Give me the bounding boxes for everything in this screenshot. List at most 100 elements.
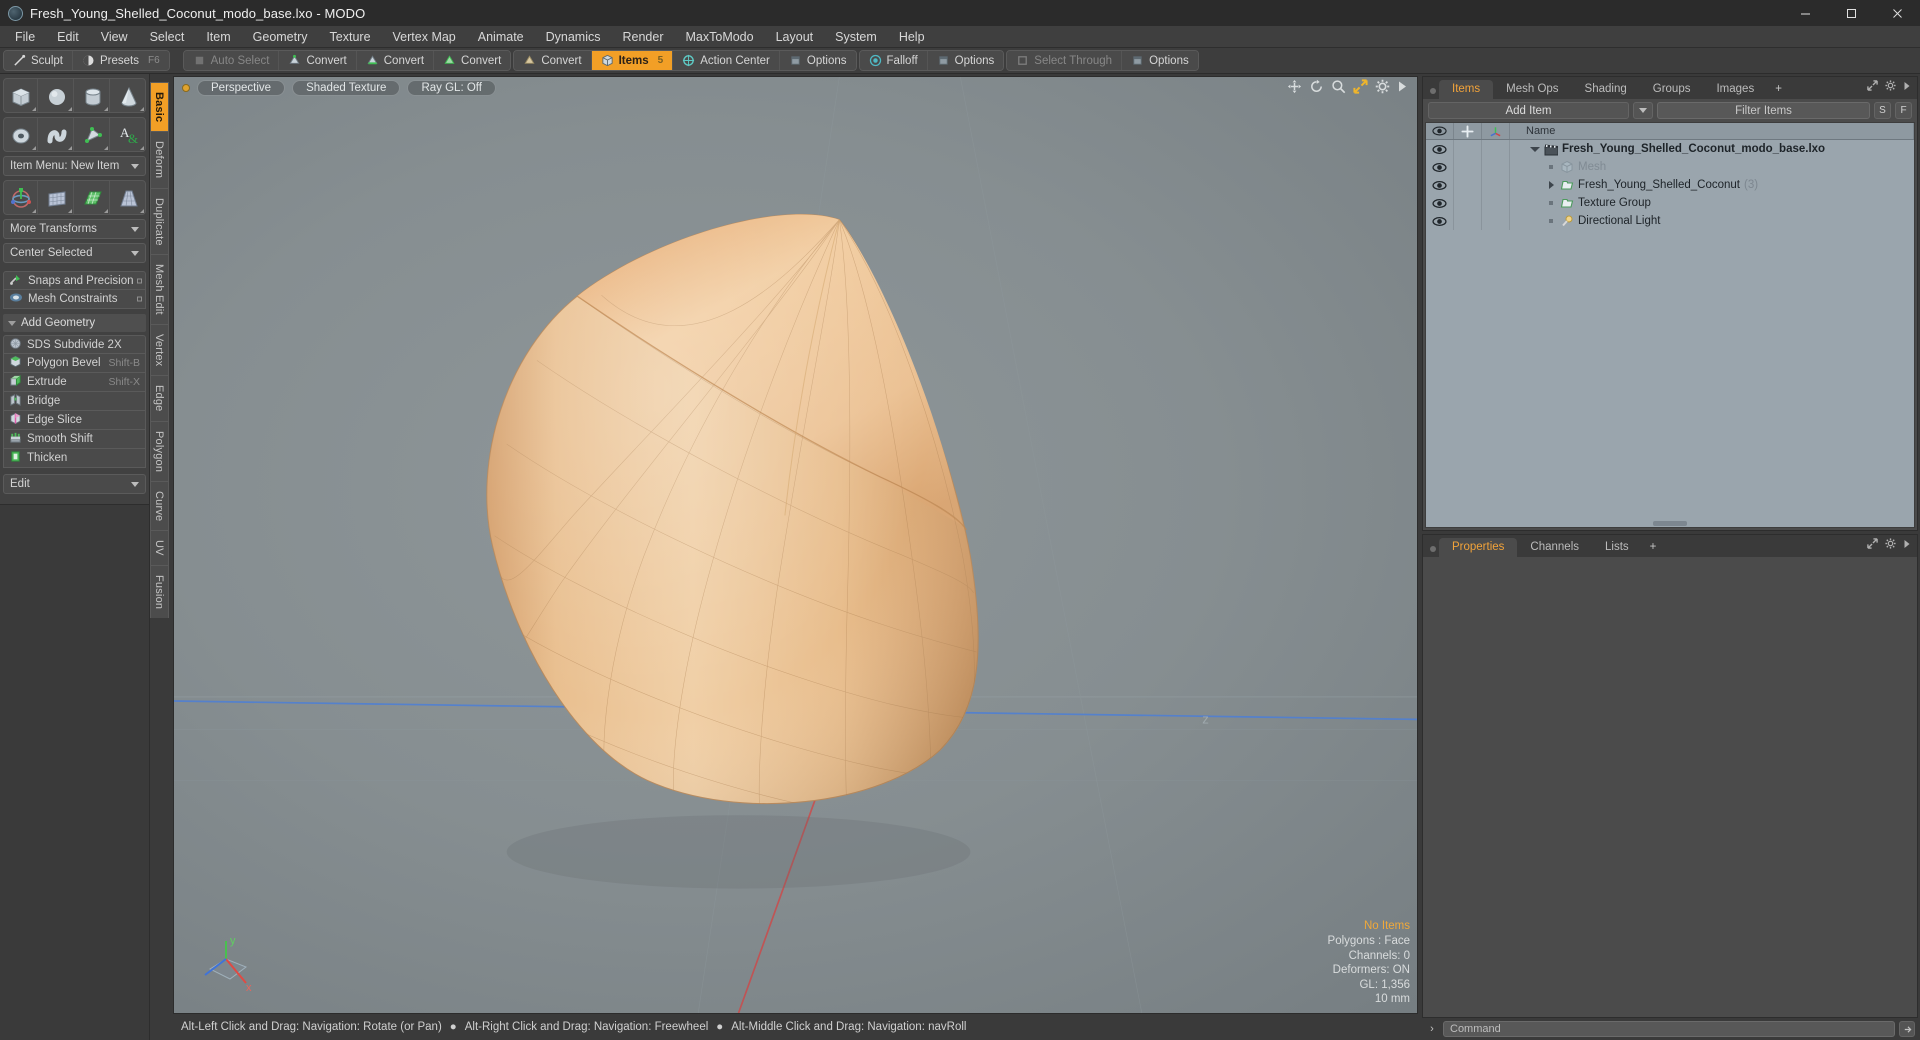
gear-icon[interactable]	[1885, 536, 1896, 554]
shear-grid-icon[interactable]	[76, 181, 110, 214]
chevron-right-icon[interactable]: ›	[1425, 1023, 1439, 1035]
toolbar-convert-button[interactable]: Convert	[434, 51, 511, 70]
row-transform-cell[interactable]	[1482, 212, 1510, 230]
transform-gizmo-icon[interactable]	[4, 181, 38, 214]
vtab-vertex[interactable]: Vertex	[150, 324, 169, 376]
row-lock-cell[interactable]	[1454, 212, 1482, 230]
add-geometry-section-header[interactable]: Add Geometry	[3, 314, 146, 332]
tab-add[interactable]: +	[1642, 538, 1665, 557]
toolbar-select-through-button[interactable]: Select Through	[1007, 51, 1123, 70]
geo-tool-polygon-bevel[interactable]: Polygon Bevel Shift-B	[3, 354, 146, 373]
row-lock-cell[interactable]	[1454, 176, 1482, 194]
center-selected-dropdown[interactable]: Center Selected	[3, 243, 146, 263]
fit-expand-icon[interactable]	[1353, 79, 1368, 94]
sphere-primitive-icon[interactable]	[40, 79, 74, 112]
menu-item-animate[interactable]: Animate	[467, 27, 535, 47]
command-input[interactable]: Command	[1443, 1021, 1895, 1037]
table-row[interactable]: Texture Group	[1426, 194, 1914, 212]
menu-item-view[interactable]: View	[90, 27, 139, 47]
more-transforms-dropdown[interactable]: More Transforms	[3, 219, 146, 239]
toolbar-auto-select-button[interactable]: Auto Select	[183, 51, 280, 70]
vtab-fusion[interactable]: Fusion	[150, 565, 169, 619]
cone-primitive-icon[interactable]	[112, 79, 145, 112]
geo-tool-thicken[interactable]: Thicken	[3, 449, 146, 468]
maximize-button[interactable]	[1828, 0, 1874, 26]
row-transform-cell[interactable]	[1482, 194, 1510, 212]
geo-tool-extrude[interactable]: Extrude Shift-X	[3, 373, 146, 392]
col-visibility-header[interactable]	[1426, 123, 1454, 139]
tab-images[interactable]: Images	[1703, 80, 1767, 99]
play-arrow-icon[interactable]	[1397, 80, 1408, 93]
tab-add[interactable]: +	[1767, 80, 1790, 99]
vtab-polygon[interactable]: Polygon	[150, 420, 169, 482]
menu-item-system[interactable]: System	[824, 27, 888, 47]
command-submit-button[interactable]	[1899, 1021, 1915, 1037]
torus-primitive-icon[interactable]	[4, 118, 38, 151]
row-transform-cell[interactable]	[1482, 140, 1510, 158]
menu-item-item[interactable]: Item	[195, 27, 241, 47]
eye-visibility-icon[interactable]	[1426, 140, 1454, 158]
toolbar-items-button[interactable]: Items 5	[591, 51, 674, 70]
shading-mode-pill[interactable]: Shaded Texture	[292, 80, 401, 96]
row-name-cell[interactable]: Fresh_Young_Shelled_Coconut_modo_base.lx…	[1510, 140, 1914, 158]
rotate-icon[interactable]	[1309, 79, 1324, 94]
taper-grid-icon[interactable]	[112, 181, 145, 214]
row-name-cell[interactable]: Mesh	[1510, 158, 1914, 176]
eye-visibility-icon[interactable]	[1426, 176, 1454, 194]
viewport-menu-dot-icon[interactable]	[182, 84, 190, 92]
item-menu-dropdown[interactable]: Item Menu: New Item	[3, 156, 146, 176]
minimize-button[interactable]	[1782, 0, 1828, 26]
toolbar-convert-button[interactable]: Convert	[356, 51, 435, 70]
menu-item-select[interactable]: Select	[139, 27, 196, 47]
raygl-pill[interactable]: Ray GL: Off	[407, 80, 496, 96]
panel-menu-dot-icon[interactable]	[1426, 87, 1439, 99]
table-row[interactable]: Mesh	[1426, 158, 1914, 176]
vtab-uv[interactable]: UV	[150, 530, 169, 566]
panel-more-arrow-icon[interactable]	[1903, 78, 1911, 96]
row-transform-cell[interactable]	[1482, 176, 1510, 194]
tube-primitive-icon[interactable]	[40, 118, 74, 151]
vtab-mesh-edit[interactable]: Mesh Edit	[150, 254, 169, 325]
geo-tool-bridge[interactable]: Bridge	[3, 392, 146, 411]
view-mode-pill[interactable]: Perspective	[197, 80, 286, 96]
gear-icon[interactable]	[1375, 79, 1390, 94]
tab-groups[interactable]: Groups	[1640, 80, 1704, 99]
col-lock-header[interactable]	[1454, 123, 1482, 139]
vtab-curve[interactable]: Curve	[150, 481, 169, 531]
row-lock-cell[interactable]	[1454, 194, 1482, 212]
col-transform-header[interactable]	[1482, 123, 1510, 139]
tree-resize-handle[interactable]	[1653, 521, 1687, 526]
row-lock-cell[interactable]	[1454, 158, 1482, 176]
eye-visibility-icon[interactable]	[1426, 158, 1454, 176]
menu-item-edit[interactable]: Edit	[46, 27, 90, 47]
tab-shading[interactable]: Shading	[1572, 80, 1640, 99]
vtab-deform[interactable]: Deform	[150, 131, 169, 188]
menu-item-file[interactable]: File	[4, 27, 46, 47]
bend-grid-icon[interactable]	[40, 181, 74, 214]
row-transform-cell[interactable]	[1482, 158, 1510, 176]
axis-gizmo[interactable]: y x	[196, 933, 262, 995]
geo-tool-edge-slice[interactable]: Edge Slice	[3, 411, 146, 430]
cube-primitive-icon[interactable]	[4, 79, 38, 112]
table-row[interactable]: Directional Light	[1426, 212, 1914, 230]
mesh-constraints-button[interactable]: Mesh Constraints	[3, 290, 146, 309]
filter-items-input[interactable]: Filter Items	[1657, 102, 1870, 119]
menu-item-help[interactable]: Help	[888, 27, 936, 47]
twirl-down-icon[interactable]	[1530, 146, 1540, 152]
row-name-cell[interactable]: Directional Light	[1510, 212, 1914, 230]
3d-viewport[interactable]: Perspective Shaded Texture Ray GL: Off z…	[173, 76, 1418, 1014]
toolbar-options-button[interactable]: Options	[927, 51, 1004, 70]
expand-panel-icon[interactable]	[1867, 536, 1878, 554]
menu-item-maxtomodo[interactable]: MaxToModo	[675, 27, 765, 47]
tab-channels[interactable]: Channels	[1517, 538, 1592, 557]
tab-items[interactable]: Items	[1439, 80, 1494, 99]
toolbar-presets-button[interactable]: Presets F6	[72, 51, 169, 70]
menu-item-texture[interactable]: Texture	[319, 27, 382, 47]
gear-icon[interactable]	[1885, 78, 1896, 96]
toolbar-falloff-button[interactable]: Falloff	[859, 51, 928, 70]
tab-properties[interactable]: Properties	[1439, 538, 1518, 557]
menu-item-geometry[interactable]: Geometry	[242, 27, 319, 47]
row-name-cell[interactable]: Fresh_Young_Shelled_Coconut (3)	[1510, 176, 1914, 194]
toolbar-sculpt-button[interactable]: Sculpt	[4, 51, 73, 70]
geo-tool-sds-subdivide-2x[interactable]: SDS Subdivide 2X	[3, 335, 146, 354]
